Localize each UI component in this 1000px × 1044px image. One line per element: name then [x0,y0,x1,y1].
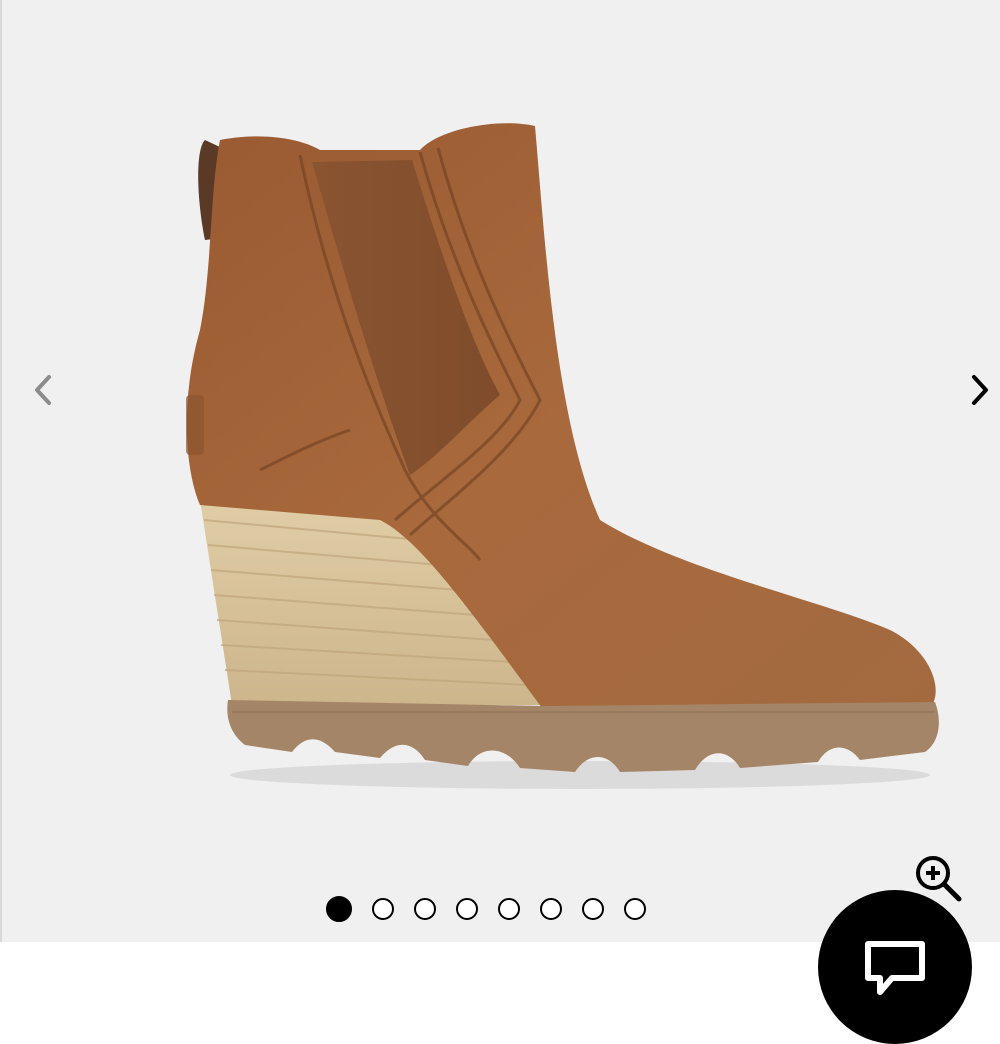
product-image[interactable] [0,0,1000,942]
carousel-dot-2[interactable] [372,898,394,920]
next-image-button[interactable] [958,370,1000,414]
carousel-dot-6[interactable] [540,898,562,920]
carousel-dot-1[interactable] [326,896,352,922]
previous-image-button[interactable] [20,370,64,414]
chevron-left-icon [30,372,54,413]
carousel-dot-4[interactable] [456,898,478,920]
chat-button[interactable] [818,890,972,1044]
carousel-dot-5[interactable] [498,898,520,920]
carousel-indicators [326,896,646,922]
chevron-right-icon [968,372,992,413]
carousel-dot-7[interactable] [582,898,604,920]
product-image-gallery [0,0,1000,942]
carousel-dot-3[interactable] [414,898,436,920]
carousel-dot-8[interactable] [624,898,646,920]
